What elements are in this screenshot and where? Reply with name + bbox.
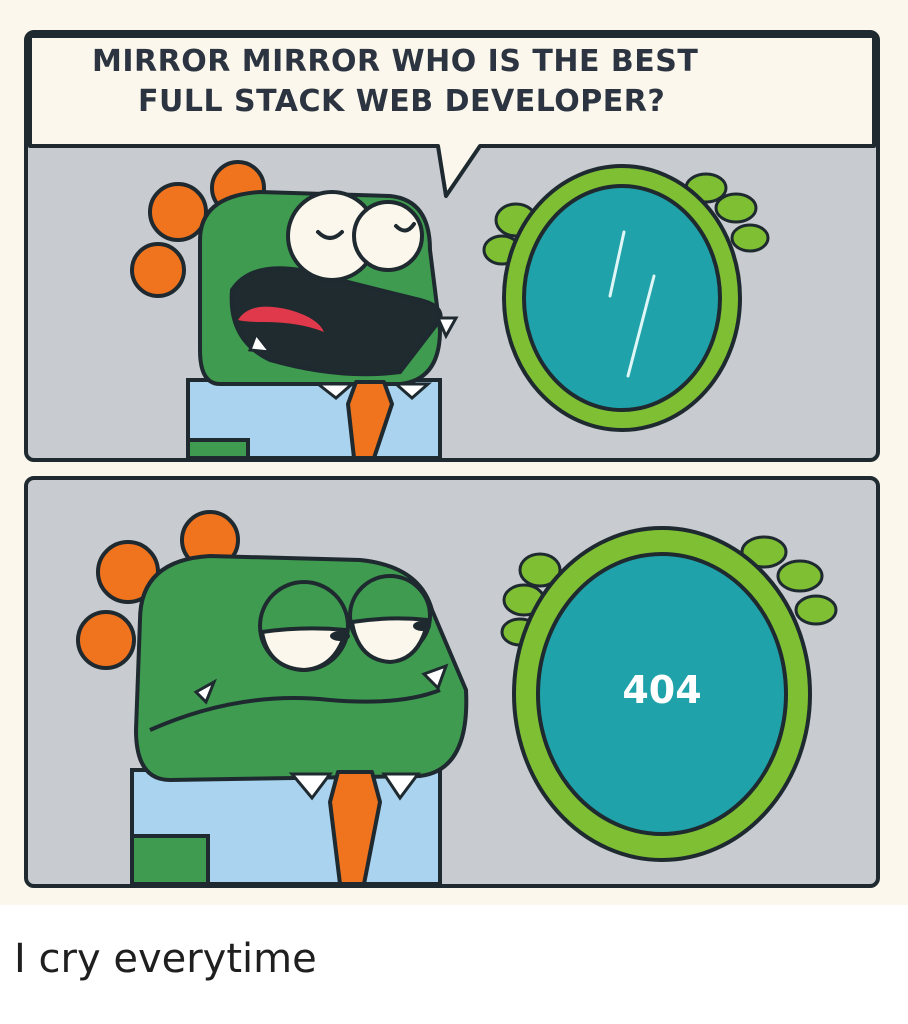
mirror-error-text: 404 bbox=[622, 668, 702, 712]
speech-line-1: MIRROR MIRROR WHO IS THE BEST bbox=[92, 44, 699, 79]
speech-line-2: FULL STACK WEB DEVELOPER? bbox=[138, 84, 666, 119]
meme-caption: I cry everytime bbox=[14, 936, 317, 982]
comic-art bbox=[24, 30, 880, 888]
meme-page: MIRROR MIRROR WHO IS THE BEST FULL STACK… bbox=[0, 0, 908, 1024]
bottom-panel bbox=[24, 476, 880, 888]
comic-strip: MIRROR MIRROR WHO IS THE BEST FULL STACK… bbox=[0, 0, 908, 905]
speech-text: MIRROR MIRROR WHO IS THE BEST FULL STACK… bbox=[30, 42, 908, 122]
